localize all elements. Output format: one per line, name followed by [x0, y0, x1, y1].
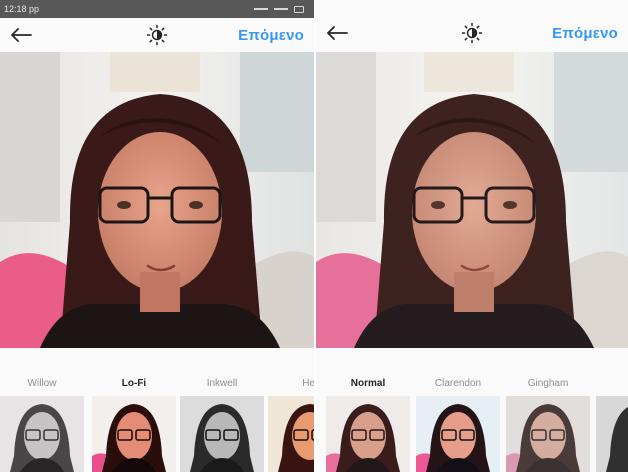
filter-moon[interactable]: M	[596, 348, 628, 472]
battery-icon	[294, 5, 304, 13]
filter-thumbnail	[0, 396, 84, 472]
filter-thumbnail	[326, 396, 410, 472]
filter-gingham[interactable]: Gingham	[506, 348, 590, 472]
next-button[interactable]: Επόμενο	[238, 27, 304, 44]
filter-thumbnail	[180, 396, 264, 472]
filter-label: Hef	[302, 378, 314, 389]
wifi-icon	[274, 8, 288, 10]
filter-thumbnail	[92, 396, 176, 472]
filter-label: Gingham	[527, 378, 569, 389]
top-bar: Επόμενο	[0, 18, 314, 52]
filter-label: Normal	[350, 378, 386, 389]
right-screen: Επόμενο Normal Clarendon Gingham	[316, 0, 628, 472]
filter-thumbnail	[506, 396, 590, 472]
filter-label: Clarendon	[434, 378, 482, 389]
portrait-photo	[0, 52, 314, 348]
filter-willow[interactable]: Willow	[0, 348, 84, 472]
filter-thumbnail	[268, 396, 314, 472]
status-time: 12:18 pp	[4, 4, 40, 14]
photo-preview	[316, 52, 628, 348]
top-bar: Επόμενο	[316, 14, 628, 52]
filter-thumbnail	[416, 396, 500, 472]
lux-sun-icon[interactable]	[145, 23, 169, 47]
signal-icon	[254, 8, 268, 10]
filter-strip: Willow Lo-Fi Inkwell Hef	[0, 348, 314, 472]
filter-thumbnail	[596, 396, 628, 472]
filter-inkwell[interactable]: Inkwell	[180, 348, 264, 472]
photo-preview	[0, 52, 314, 348]
filter-clarendon[interactable]: Clarendon	[416, 348, 500, 472]
lux-sun-icon[interactable]	[460, 21, 484, 45]
filter-hefe[interactable]: Hef	[268, 348, 314, 472]
filter-lofi[interactable]: Lo-Fi	[92, 348, 176, 472]
filter-normal[interactable]: Normal	[326, 348, 410, 472]
filter-label: Willow	[27, 378, 57, 389]
next-button[interactable]: Επόμενο	[552, 25, 618, 42]
filter-strip: Normal Clarendon Gingham M	[316, 348, 628, 472]
status-icons	[254, 5, 304, 13]
filter-label: M	[596, 378, 628, 389]
arrow-left-icon[interactable]	[8, 22, 34, 48]
arrow-left-icon[interactable]	[324, 20, 350, 46]
filter-label: Inkwell	[206, 378, 238, 389]
status-bar: 12:18 pp	[0, 0, 314, 18]
left-screen: 12:18 pp Επόμενο Willow Lo-Fi Inkwell He	[0, 0, 314, 472]
filter-label: Lo-Fi	[121, 378, 147, 389]
portrait-photo	[316, 52, 628, 348]
